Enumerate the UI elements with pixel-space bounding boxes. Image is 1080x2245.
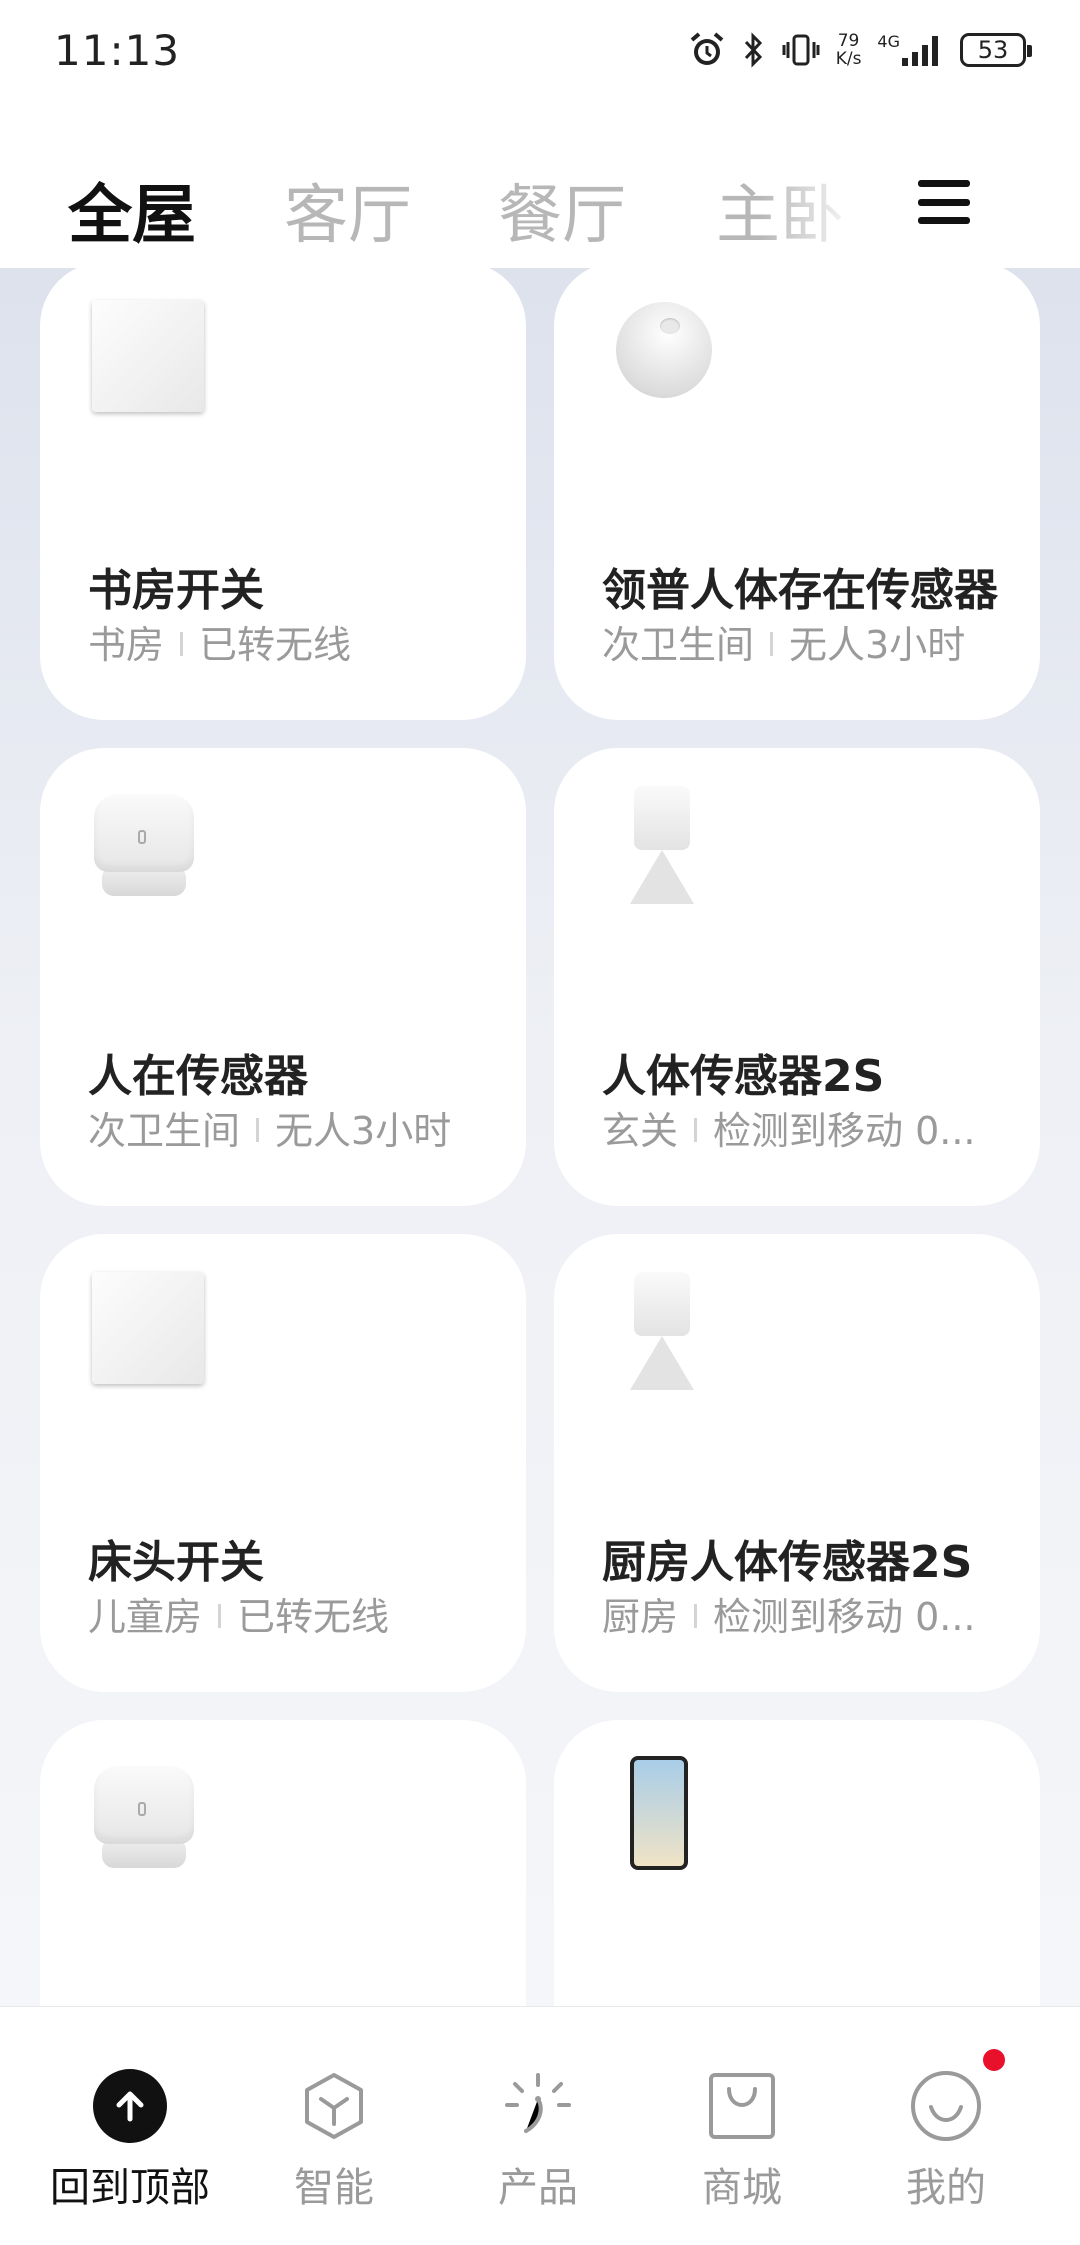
presence-sensor-dome-icon [602, 288, 726, 418]
status-time: 11:13 [54, 26, 181, 75]
device-card[interactable]: 书房开关 书房 已转无线 [40, 268, 526, 720]
device-room: 书房 [88, 623, 165, 667]
phone-icon [602, 1756, 722, 1876]
nav-profile[interactable]: 我的 [846, 2049, 1046, 2213]
device-name: 床头开关 [88, 1537, 264, 1588]
wall-switch-icon [88, 298, 208, 418]
device-status: 检测到移动 0... [713, 1109, 976, 1153]
battery-indicator: 53 [960, 33, 1032, 67]
device-status: 无人3小时 [789, 623, 966, 667]
device-status: 已转无线 [237, 1595, 390, 1639]
tab-fade-overlay [760, 144, 900, 254]
motion-sensor-icon [602, 1270, 722, 1390]
device-room: 次卫生间 [88, 1109, 241, 1153]
device-name: 人在传感器 [88, 1051, 308, 1102]
nav-label: 智能 [294, 2165, 374, 2211]
device-meta: 书房 已转无线 [88, 614, 486, 669]
net-speed-value: 79 [837, 31, 860, 51]
network-type: 4G [877, 32, 900, 51]
device-meta: 次卫生间 无人3小时 [88, 1100, 486, 1155]
wall-switch-icon [88, 1270, 208, 1390]
device-card[interactable]: 厨房人体传感器2S 厨房 检测到移动 0... [554, 1234, 1040, 1692]
net-speed: 79 K/s [836, 32, 862, 68]
device-room: 儿童房 [88, 1595, 203, 1639]
battery-level: 53 [977, 36, 1009, 64]
tab-whole-house[interactable]: 全屋 [68, 164, 196, 256]
device-card[interactable]: 领普人体存在传感器 次卫生间 无人3小时 [554, 268, 1040, 720]
motion-sensor-icon [602, 784, 722, 904]
nav-label: 回到顶部 [50, 2165, 210, 2211]
status-bar: 11:13 79 K/s 4G 53 [0, 0, 1080, 104]
menu-icon[interactable] [918, 180, 970, 224]
smart-cube-icon [297, 2069, 371, 2143]
nav-label: 商城 [702, 2165, 782, 2211]
device-card[interactable] [40, 1720, 526, 2006]
notification-badge [983, 2049, 1005, 2071]
device-meta: 厨房 检测到移动 0... [602, 1586, 1000, 1641]
device-room: 玄关 [602, 1109, 679, 1153]
device-card[interactable]: 床头开关 儿童房 已转无线 [40, 1234, 526, 1692]
presence-sensor-cylinder-icon [88, 1756, 208, 1876]
nav-store[interactable]: 商城 [642, 2069, 842, 2213]
device-status: 已转无线 [199, 623, 352, 667]
device-name: 领普人体存在传感器 [602, 565, 998, 616]
nav-smart[interactable]: 智能 [234, 2069, 434, 2213]
presence-sensor-cylinder-icon [88, 784, 208, 904]
nav-back-to-top[interactable]: 回到顶部 [30, 2069, 230, 2213]
device-status: 检测到移动 0... [713, 1595, 976, 1639]
bottom-nav: 回到顶部 智能 产品 商城 我的 [0, 2006, 1080, 2245]
device-name: 书房开关 [88, 565, 264, 616]
alarm-icon [688, 30, 726, 70]
nav-label: 我的 [906, 2165, 986, 2211]
device-status: 无人3小时 [275, 1109, 452, 1153]
device-room: 次卫生间 [602, 623, 755, 667]
device-meta: 玄关 检测到移动 0... [602, 1100, 1000, 1155]
device-card[interactable]: 人体传感器2S 玄关 检测到移动 0... [554, 748, 1040, 1206]
vibrate-icon [782, 30, 820, 70]
device-card[interactable] [554, 1720, 1040, 2006]
tab-dining-room[interactable]: 餐厅 [498, 164, 626, 256]
nav-label: 产品 [498, 2165, 578, 2211]
bluetooth-icon [742, 30, 766, 70]
status-icons: 79 K/s 4G 53 [688, 28, 1032, 72]
device-name: 人体传感器2S [602, 1051, 885, 1102]
arrow-up-icon [93, 2069, 167, 2143]
device-room: 厨房 [602, 1595, 679, 1639]
shopping-bag-icon [705, 2069, 779, 2143]
net-speed-unit: K/s [835, 49, 862, 69]
nav-products[interactable]: 产品 [438, 2069, 638, 2213]
device-meta: 次卫生间 无人3小时 [602, 614, 1000, 669]
tab-living-room[interactable]: 客厅 [284, 164, 412, 256]
device-name: 厨房人体传感器2S [602, 1537, 973, 1588]
product-spark-icon [501, 2069, 575, 2143]
device-list: 书房开关 书房 已转无线 领普人体存在传感器 次卫生间 无人3小时 人在传感器 次卫… [0, 268, 1080, 2006]
room-tabs: 全屋 客厅 餐厅 主卧 [0, 104, 1080, 268]
device-meta: 儿童房 已转无线 [88, 1586, 486, 1641]
device-card[interactable]: 人在传感器 次卫生间 无人3小时 [40, 748, 526, 1206]
signal-icon: 4G [877, 30, 944, 70]
profile-smile-icon [909, 2049, 1005, 2143]
